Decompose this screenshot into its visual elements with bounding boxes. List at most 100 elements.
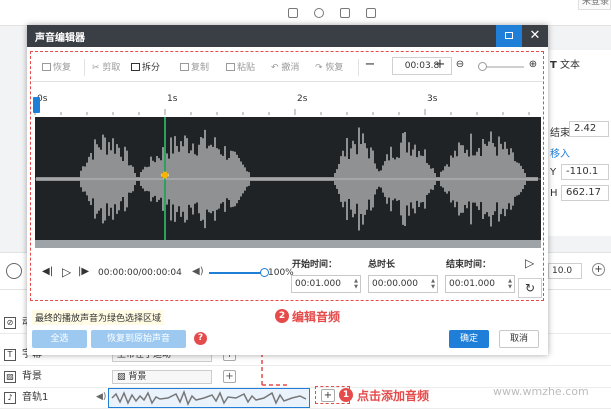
track-label: 背景 xyxy=(22,371,42,382)
zoom-in-icon[interactable]: ⊕ xyxy=(526,57,540,75)
start-time-value: 00:01.000 xyxy=(295,279,341,289)
add-audio-button[interactable]: + xyxy=(321,389,335,402)
total-duration-label: 总时长 xyxy=(368,260,396,270)
save-icon[interactable] xyxy=(340,8,350,18)
settings-icon[interactable] xyxy=(314,8,324,18)
step1-label: 点击添加音频 xyxy=(357,389,430,403)
background-clip[interactable]: ▨ 背景 xyxy=(112,370,212,384)
prev-icon[interactable]: ◀| xyxy=(42,266,53,277)
stepper-icon[interactable]: ▲ ▼ xyxy=(431,278,435,290)
restore-button[interactable]: 恢复 xyxy=(42,60,71,73)
sound-editor-dialog: 声音编辑器 ✕ 恢复 ✂ 剪取 拆分 复制 粘贴 ↶ 撤消 ↷ 恢复 − 00:… xyxy=(27,25,548,355)
cut-button[interactable]: ✂ 剪取 xyxy=(92,60,120,73)
text-tab[interactable]: T 文本 xyxy=(550,56,580,71)
restore-label: 恢复 xyxy=(53,63,72,73)
maximize-icon xyxy=(505,32,513,39)
toolbar-divider xyxy=(358,59,359,76)
side-buttons: ▷ ↻ xyxy=(518,251,544,301)
step2-label: 编辑音频 xyxy=(292,310,341,324)
export-icon[interactable] xyxy=(366,8,376,18)
time-ruler[interactable]: 0s 1s 2s 3s xyxy=(33,87,541,117)
enter-link[interactable]: 移入 xyxy=(550,145,570,160)
redo-icon: ↷ xyxy=(315,63,323,73)
stepper-icon[interactable]: ▲ ▼ xyxy=(354,278,358,290)
ok-button[interactable]: 确定 xyxy=(449,330,489,348)
start-time-label: 开始时间： xyxy=(292,260,338,270)
background-clip-label: 背景 xyxy=(128,372,147,382)
paste-icon xyxy=(226,63,235,71)
redo-button[interactable]: ↷ 恢复 xyxy=(315,60,343,73)
time-decrease-button[interactable]: − xyxy=(363,57,377,75)
copy-button[interactable]: 复制 xyxy=(180,60,209,73)
play-icon[interactable]: ▷ xyxy=(62,265,71,279)
player-controls: ◀| ▷ |▶ 00:00:00/00:00:04 ◀) xyxy=(32,251,287,291)
user-label[interactable]: 未登录 xyxy=(578,0,611,10)
end-time-input[interactable]: 00:01.000 ▲ ▼ xyxy=(445,275,515,293)
waveform xyxy=(35,117,541,240)
cancel-button[interactable]: 取消 xyxy=(499,330,539,348)
zoom-slider-knob[interactable] xyxy=(478,62,487,71)
step2-badge: 2 xyxy=(275,309,289,323)
background-icon: ▨ xyxy=(4,371,16,383)
toolbar-divider xyxy=(84,59,85,76)
h-label: H xyxy=(550,188,558,199)
track-label: 音轨1 xyxy=(22,392,49,403)
speaker-icon[interactable]: ◀) xyxy=(96,392,106,402)
playhead-handle[interactable] xyxy=(33,97,40,113)
ruler-tick-label: 2s xyxy=(297,94,308,104)
close-button[interactable]: ✕ xyxy=(522,25,548,47)
playhead-dot xyxy=(161,171,169,179)
waveform-scrollbar[interactable] xyxy=(35,240,541,248)
y-input[interactable]: -110.1 xyxy=(561,164,609,180)
watermark: www.wmzhe.com xyxy=(493,385,589,398)
record-icon[interactable] xyxy=(6,263,22,279)
ruler-tick-label: 1s xyxy=(167,94,178,104)
help-icon[interactable]: ? xyxy=(194,332,207,345)
zoom-input[interactable]: 10.0 xyxy=(548,263,582,279)
ruler-tick-label: 3s xyxy=(427,94,438,104)
play-selection-icon[interactable]: ▷ xyxy=(525,256,534,270)
undo-button[interactable]: ↶ 撤消 xyxy=(271,60,299,73)
restore-original-button[interactable]: 恢复到原始声音 xyxy=(91,330,186,348)
editor-toolbar: 恢复 ✂ 剪取 拆分 复制 粘贴 ↶ 撤消 ↷ 恢复 − 00:03.8 + ⊖… xyxy=(32,53,542,82)
split-label: 拆分 xyxy=(142,63,161,73)
split-button[interactable]: 拆分 xyxy=(131,60,160,73)
total-duration-input[interactable]: 00:00.000 ▲ ▼ xyxy=(368,275,438,293)
undo-icon: ↶ xyxy=(271,63,279,73)
h-input[interactable]: 662.17 xyxy=(561,185,609,201)
zoom-out-icon[interactable]: ⊖ xyxy=(453,57,467,75)
time-increase-button[interactable]: + xyxy=(433,57,447,75)
next-icon[interactable]: |▶ xyxy=(78,266,89,277)
paste-label: 粘贴 xyxy=(237,63,256,73)
add-background-button[interactable]: + xyxy=(223,370,236,383)
zoom-in-icon[interactable]: + xyxy=(592,263,605,276)
stepper-icon[interactable]: ▲ ▼ xyxy=(508,278,512,290)
home-icon[interactable] xyxy=(288,8,298,18)
cut-label: 剪取 xyxy=(102,63,121,73)
start-time-input[interactable]: 00:01.000 ▲ ▼ xyxy=(291,275,361,293)
subtitle-icon: T xyxy=(4,349,16,361)
selection-hint: 最终的播放声音为绿色选择区域 xyxy=(32,310,165,325)
end-time-label: 结束时间： xyxy=(446,260,492,270)
playback-time: 00:00:00/00:00:04 xyxy=(98,268,182,278)
animation-icon: ⊘ xyxy=(4,317,16,329)
copy-label: 复制 xyxy=(191,63,210,73)
audio-track-icon: ♪ xyxy=(4,392,16,404)
text-tab-label: 文本 xyxy=(560,60,581,71)
loop-icon[interactable]: ↻ xyxy=(518,278,542,298)
volume-slider[interactable] xyxy=(209,272,266,274)
maximize-button[interactable] xyxy=(496,25,522,47)
copy-icon xyxy=(180,63,189,71)
app-top-bar: 未登录 xyxy=(0,0,611,26)
y-label: Y xyxy=(550,167,557,178)
time-params: 开始时间： 总时长 结束时间： 00:01.000 ▲ ▼ 00:00.000 ▲ ▼ … xyxy=(288,251,518,299)
step1-badge: 1 xyxy=(339,388,353,402)
volume-icon[interactable]: ◀) xyxy=(192,266,204,277)
dialog-title-bar[interactable]: 声音编辑器 ✕ xyxy=(27,25,548,47)
undo-label: 撤消 xyxy=(281,63,300,73)
select-all-button[interactable]: 全选 xyxy=(32,330,87,348)
total-duration-value: 00:00.000 xyxy=(372,279,418,289)
paste-button[interactable]: 粘贴 xyxy=(226,60,255,73)
waveform-area[interactable] xyxy=(35,117,541,240)
end-input[interactable]: 2.42 xyxy=(569,121,609,137)
